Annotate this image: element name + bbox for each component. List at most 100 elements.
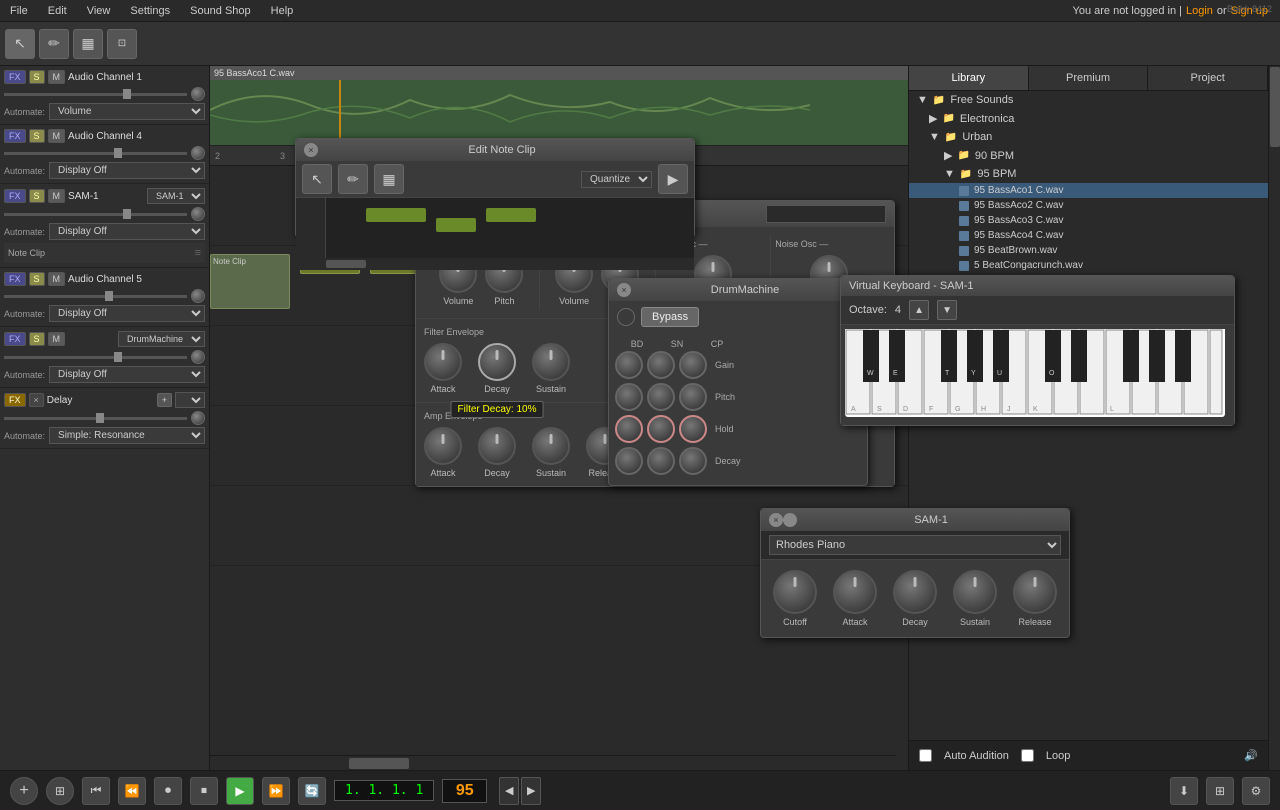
drum-cp-pitch[interactable] [679, 383, 707, 411]
menu-view[interactable]: View [77, 5, 121, 17]
editnote-play-btn[interactable]: ▶ [658, 164, 688, 194]
ch1-m-btn[interactable]: M [48, 70, 66, 84]
menu-edit[interactable]: Edit [38, 5, 77, 17]
key-gs2[interactable] [1149, 330, 1165, 382]
transport-stop[interactable]: ⏹ [190, 777, 218, 805]
delay-fx-btn[interactable]: FX [4, 393, 26, 407]
drum-s-btn[interactable]: S [29, 332, 45, 346]
ch5-m-btn[interactable]: M [48, 272, 66, 286]
vkb-octave-down-btn[interactable]: ▼ [937, 300, 957, 320]
key-as2[interactable] [1175, 330, 1191, 382]
drum-bd-hold[interactable] [615, 415, 643, 443]
ch4-fader[interactable] [4, 152, 187, 155]
key-ds2[interactable] [1071, 330, 1087, 382]
file-bass2[interactable]: 95 BassAco2 C.wav [909, 198, 1268, 213]
editnote-quantize[interactable]: Quantize [581, 171, 652, 188]
library-vscroll-thumb[interactable] [1270, 67, 1280, 147]
hscrollbar[interactable] [210, 755, 896, 770]
folder-90bpm[interactable]: ▶ 📁 90 BPM [909, 146, 1268, 165]
ch1-fx-btn[interactable]: FX [4, 70, 26, 84]
sam1-ch-select[interactable]: SAM-1 [147, 188, 205, 204]
drum-titlebar[interactable]: × DrumMachine [609, 279, 867, 301]
sam1-s-btn[interactable]: S [29, 189, 45, 203]
folder-95bpm[interactable]: ▼ 📁 95 BPM [909, 165, 1268, 183]
auto-audition-checkbox[interactable] [919, 749, 932, 762]
file-bass1[interactable]: 95 BassAco1 C.wav [909, 183, 1268, 198]
tool-other[interactable]: ⊡ [107, 29, 137, 59]
delay-pan[interactable] [191, 411, 205, 425]
filter-decay-knob[interactable] [478, 343, 516, 381]
library-vscroll[interactable] [1268, 66, 1280, 770]
filter-sustain-knob[interactable] [532, 343, 570, 381]
sam1-close-btn[interactable]: × [769, 513, 783, 527]
amp-sustain-knob[interactable] [532, 427, 570, 465]
transport-forward[interactable]: ⏩ [262, 777, 290, 805]
transport-rewind[interactable]: ⏪ [118, 777, 146, 805]
menu-help[interactable]: Help [261, 5, 304, 17]
sam1-fx-btn[interactable]: FX [4, 189, 26, 203]
drum-ch-select[interactable]: DrumMachine [118, 331, 205, 347]
drum-cp-gain[interactable] [679, 351, 707, 379]
drum-cp-decay[interactable] [679, 447, 707, 475]
transport-loop[interactable]: 🔄 [298, 777, 326, 805]
drum-sn-pitch[interactable] [647, 383, 675, 411]
drum-sn-gain[interactable] [647, 351, 675, 379]
editnote-titlebar[interactable]: × Edit Note Clip [296, 139, 694, 161]
ch5-pan[interactable] [191, 289, 205, 303]
delay-x-btn[interactable]: × [29, 393, 44, 407]
delay-fader[interactable] [4, 417, 187, 420]
download-btn[interactable]: ⬇ [1170, 777, 1198, 805]
amp-decay-knob[interactable] [478, 427, 516, 465]
ch5-s-btn[interactable]: S [29, 272, 45, 286]
transport-record[interactable]: ⏺ [154, 777, 182, 805]
folder-urban[interactable]: ▼ 📁 Urban [909, 128, 1268, 146]
volume-icon[interactable]: 🔊 [1244, 749, 1258, 762]
editnote-hscroll[interactable] [296, 258, 694, 270]
ch4-m-btn[interactable]: M [48, 129, 66, 143]
drum-sn-decay[interactable] [647, 447, 675, 475]
file-congacrunch[interactable]: 5 BeatCongacrunch.wav [909, 258, 1268, 273]
sam1-release-knob[interactable] [1013, 570, 1057, 614]
drum-automate[interactable]: Display Off [49, 366, 205, 383]
drum-close-btn[interactable]: × [617, 283, 631, 297]
ch1-automate[interactable]: Volume [49, 103, 205, 120]
ch4-pan[interactable] [191, 146, 205, 160]
vkb-octave-up-btn[interactable]: ▲ [909, 300, 929, 320]
amp-attack-knob[interactable] [424, 427, 462, 465]
tool-pencil[interactable]: ✏ [39, 29, 69, 59]
folder-electronica[interactable]: ▶ 📁 Electronica [909, 109, 1268, 128]
add-track-btn[interactable]: + [10, 777, 38, 805]
delay-ch-select[interactable] [175, 392, 205, 408]
sam1-pan[interactable] [191, 207, 205, 221]
file-bass4[interactable]: 95 BassAco4 C.wav [909, 228, 1268, 243]
simple-synth-preset[interactable] [766, 205, 886, 223]
file-bass3[interactable]: 95 BassAco3 C.wav [909, 213, 1268, 228]
sam1-sustain-knob[interactable] [953, 570, 997, 614]
tool-bar[interactable]: ▦ [73, 29, 103, 59]
editnote-pencil-tool[interactable]: ✏ [338, 164, 368, 194]
delay-automate[interactable]: Simple: Resonance [49, 427, 205, 444]
key-c3[interactable] [1210, 330, 1222, 414]
ch5-automate[interactable]: Display Off [49, 305, 205, 322]
drum-pan[interactable] [191, 350, 205, 364]
drum-fx-btn[interactable]: FX [4, 332, 26, 346]
editnote-bar-tool[interactable]: ▦ [374, 164, 404, 194]
bpm-up-btn[interactable]: ▶ [521, 777, 541, 805]
grid-btn[interactable]: ⊞ [1206, 777, 1234, 805]
filter-attack-knob[interactable] [424, 343, 462, 381]
tab-library[interactable]: Library [909, 66, 1029, 90]
editnote-close-btn[interactable]: × [304, 143, 318, 157]
menu-settings[interactable]: Settings [120, 5, 180, 17]
menu-soundshop[interactable]: Sound Shop [180, 5, 261, 17]
ch4-fx-btn[interactable]: FX [4, 129, 26, 143]
sam1-automate[interactable]: Display Off [49, 223, 205, 240]
ch5-fx-btn[interactable]: FX [4, 272, 26, 286]
drum-cp-hold[interactable] [679, 415, 707, 443]
sam1-decay-knob[interactable] [893, 570, 937, 614]
transport-rewind-start[interactable]: ⏮ [82, 777, 110, 805]
drum-m-btn[interactable]: M [48, 332, 66, 346]
ch1-fader[interactable] [4, 93, 187, 96]
tab-premium[interactable]: Premium [1029, 66, 1149, 90]
drum-fader[interactable] [4, 356, 187, 359]
sam1-preset-select[interactable]: Rhodes Piano [769, 535, 1061, 555]
